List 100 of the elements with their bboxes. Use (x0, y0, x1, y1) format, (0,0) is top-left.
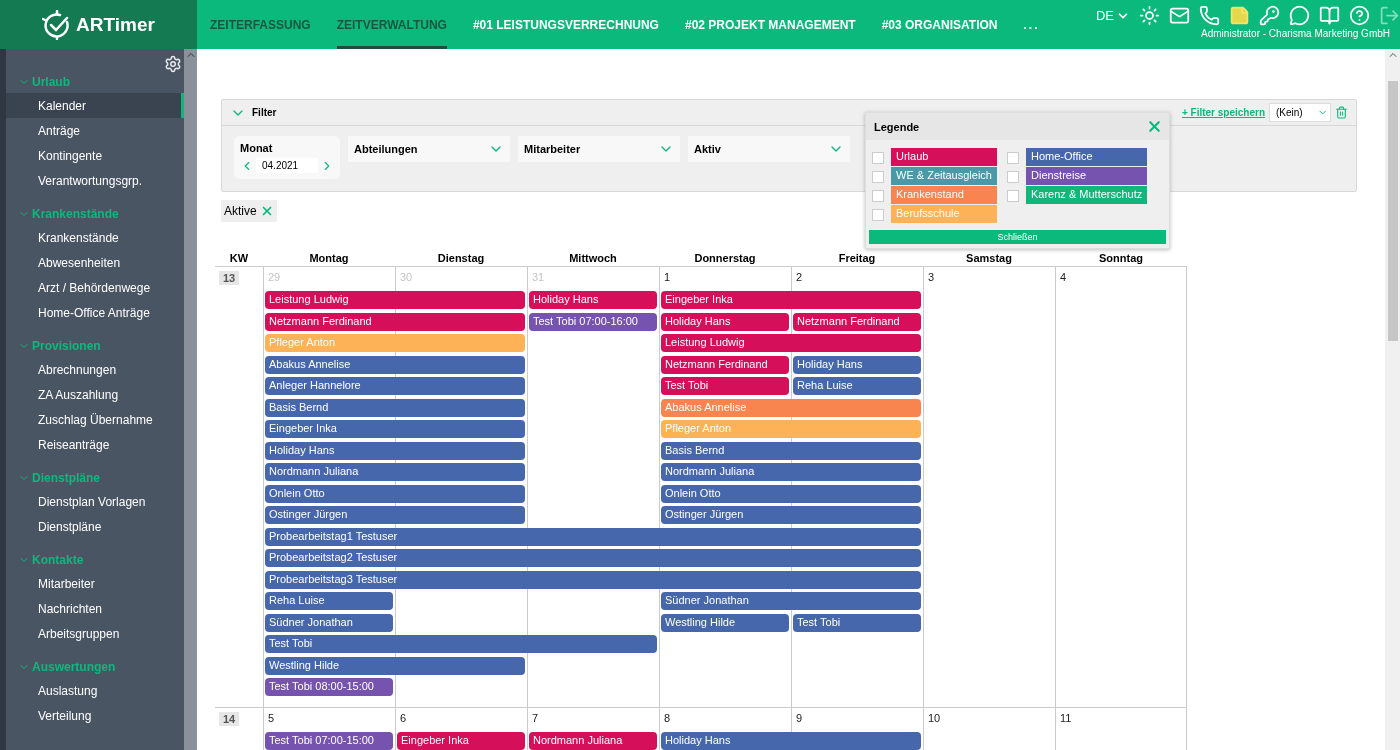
sidebar-section-header[interactable]: Urlaub (6, 69, 184, 93)
calendar-event[interactable]: Netzmann Ferdinand (265, 312, 525, 331)
day-number: 5 (268, 711, 275, 724)
calendar-event[interactable]: Test Tobi (793, 613, 921, 632)
calendar-event[interactable]: Holiday Hans (529, 291, 657, 309)
settings-icon[interactable] (164, 55, 182, 73)
checkbox[interactable] (872, 151, 884, 164)
calendar-event[interactable]: Nordmann Juliana (265, 463, 525, 481)
calendar-event[interactable]: Onlein Otto (265, 484, 525, 503)
checkbox[interactable] (1007, 170, 1019, 183)
trash-icon[interactable] (1335, 106, 1348, 119)
calendar-event[interactable]: Test Tobi (661, 377, 789, 395)
sidebar-item[interactable]: Anträge (6, 118, 184, 143)
section-title: Urlaub (32, 75, 70, 89)
sticky-note-icon[interactable] (1229, 5, 1250, 26)
sidebar-section-header[interactable]: Dienstpläne (6, 465, 184, 489)
calendar-event[interactable]: Südner Jonathan (661, 592, 921, 610)
calendar-event[interactable]: Nordmann Juliana (661, 463, 921, 481)
calendar-event[interactable]: Test Tobi 07:00-15:00 (265, 731, 393, 750)
calendar-event[interactable]: Holiday Hans (265, 441, 525, 460)
calendar-event[interactable]: Reha Luise (265, 592, 393, 610)
sidebar-section-header[interactable]: Kontakte (6, 547, 184, 571)
app-logo-text: ARTimer (76, 13, 155, 36)
sidebar-item[interactable]: Reiseanträge (6, 432, 184, 457)
sidebar-item[interactable]: Auslastung (6, 678, 184, 703)
calendar-event[interactable]: Netzmann Ferdinand (793, 312, 921, 331)
nav-tab[interactable]: ZEITERFASSUNG (210, 0, 311, 49)
checkbox[interactable] (1007, 189, 1019, 202)
sidebar-section-header[interactable]: Krankenstände (6, 201, 184, 225)
key-icon[interactable] (1259, 5, 1280, 26)
sidebar-item[interactable]: Kontingente (6, 143, 184, 168)
calendar-event[interactable]: Westling Hilde (265, 656, 525, 675)
calendar-event[interactable]: Test Tobi (265, 635, 657, 653)
sidebar-item[interactable]: Home-Office Anträge (6, 300, 184, 325)
calendar-event[interactable]: Eingeber Inka (265, 420, 525, 438)
checkbox[interactable] (872, 170, 884, 183)
calendar-event[interactable]: Ostinger Jürgen (661, 506, 921, 524)
calendar-event[interactable]: Probearbeitstag2 Testuser (265, 549, 921, 567)
close-icon[interactable] (1146, 118, 1163, 135)
month-field[interactable]: 04.2021 (256, 158, 318, 173)
sidebar-item[interactable]: Abwesenheiten (6, 250, 184, 275)
sidebar-item[interactable]: Krankenstände (6, 225, 184, 250)
filter-dropdown[interactable]: Aktiv (688, 136, 850, 162)
calendar-event[interactable]: Probearbeitstag1 Testuser (265, 527, 921, 546)
legend-label: Urlaub (891, 148, 997, 167)
preset-select[interactable]: (Kein) (1269, 103, 1331, 122)
calendar-event[interactable]: Holiday Hans (661, 312, 789, 331)
calendar-event[interactable]: Westling Hilde (661, 613, 789, 632)
day-number: 11 (1060, 711, 1072, 724)
sidebar-item[interactable]: Abrechnungen (6, 357, 184, 382)
chat-icon[interactable] (1289, 5, 1310, 26)
calendar-event[interactable]: Test Tobi 08:00-15:00 (265, 678, 393, 696)
calendar-event[interactable]: Netzmann Ferdinand (661, 355, 789, 374)
sidebar-item[interactable]: Kalender (6, 93, 184, 118)
calendar-event[interactable]: Ostinger Jürgen (265, 506, 525, 524)
sidebar-item[interactable]: Arzt / Behördenwege (6, 275, 184, 300)
sidebar-item[interactable]: Arbeitsgruppen (6, 621, 184, 646)
calendar-event[interactable]: Holiday Hans (661, 731, 921, 750)
calendar-event[interactable]: Abakus Annelise (265, 355, 525, 374)
calendar-event[interactable]: Probearbeitstag3 Testuser (265, 570, 921, 589)
calendar-event[interactable]: Basis Bernd (661, 441, 921, 460)
sidebar-item[interactable]: Mitarbeiter (6, 571, 184, 596)
calendar-event[interactable]: Eingeber Inka (661, 291, 921, 309)
calendar-event[interactable]: Leistung Ludwig (661, 334, 921, 352)
filter-dropdown[interactable]: Abteilungen (348, 136, 510, 162)
sidebar-item[interactable]: Dienstpläne (6, 514, 184, 539)
checkbox[interactable] (872, 189, 884, 202)
sidebar-item[interactable]: Dienstplan Vorlagen (6, 489, 184, 514)
calendar-event[interactable]: Anleger Hannelore (265, 377, 525, 395)
calendar-event[interactable]: Test Tobi 07:00-16:00 (529, 312, 657, 331)
sidebar-item[interactable]: Nachrichten (6, 596, 184, 621)
checkbox[interactable] (872, 208, 884, 221)
calendar-event[interactable]: Südner Jonathan (265, 613, 393, 632)
day-number: 8 (664, 711, 671, 724)
scrollbar-thumb[interactable] (1387, 81, 1398, 341)
mail-icon[interactable] (1169, 5, 1190, 26)
column-header: Donnerstag (693, 251, 757, 266)
calendar-event[interactable]: Leistung Ludwig (265, 291, 525, 309)
sidebar-item[interactable]: Zuschlag Übernahme (6, 407, 184, 432)
book-icon[interactable] (1319, 5, 1340, 26)
calendar-event[interactable]: Reha Luise (793, 377, 921, 395)
sun-icon[interactable] (1139, 5, 1160, 26)
calendar-event[interactable]: Nordmann Juliana (529, 731, 657, 750)
chip-label: Aktive (224, 204, 257, 218)
phone-icon[interactable] (1199, 5, 1220, 26)
sidebar-item[interactable]: Verantwortungsgrp. (6, 168, 184, 193)
checkbox[interactable] (1007, 151, 1019, 164)
calendar-event[interactable]: Onlein Otto (661, 484, 921, 503)
sidebar-section-header[interactable]: Auswertungen (6, 654, 184, 678)
sidebar-section-header[interactable]: Provisionen (6, 333, 184, 357)
month-label: Monat (240, 142, 274, 154)
sidebar-item[interactable]: ZA Auszahlung (6, 382, 184, 407)
calendar-event[interactable]: Holiday Hans (793, 355, 921, 374)
sidebar-item[interactable]: Verteilung (6, 703, 184, 728)
help-icon[interactable] (1349, 5, 1370, 26)
legend-label: Dienstreise (1026, 167, 1147, 186)
logout-icon[interactable] (1379, 5, 1400, 26)
filter-dropdown[interactable]: Mitarbeiter (518, 136, 680, 162)
calendar-event[interactable]: Basis Bernd (265, 398, 525, 417)
calendar-event[interactable]: Eingeber Inka (397, 731, 525, 750)
